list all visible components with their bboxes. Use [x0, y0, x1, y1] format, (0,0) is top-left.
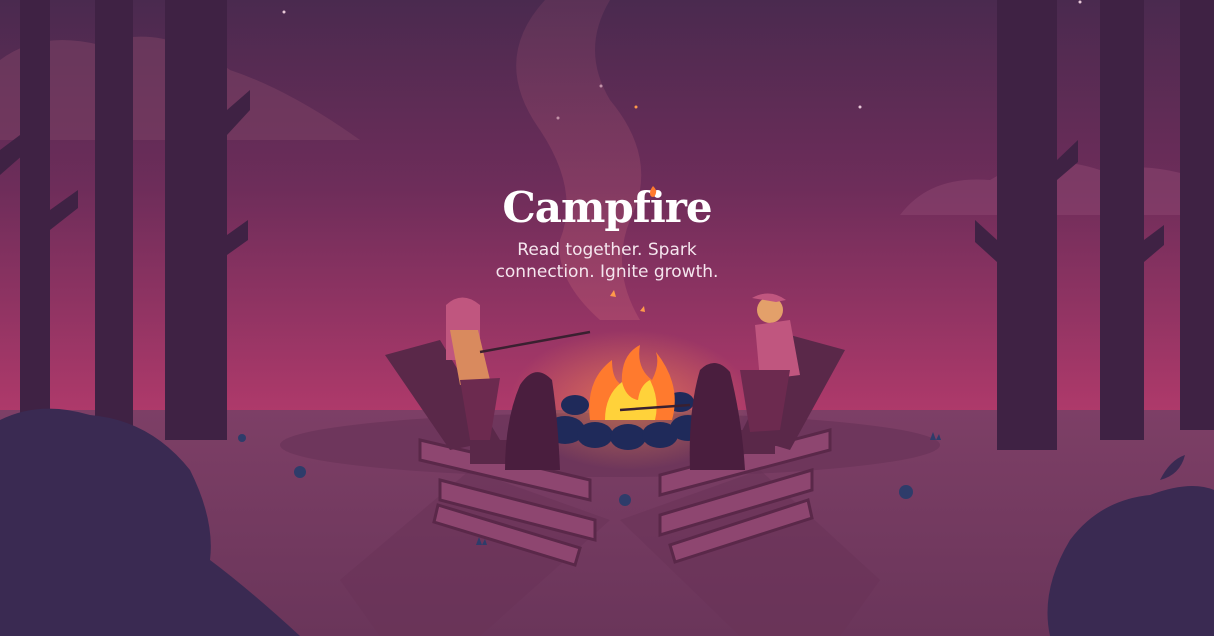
splash-screen: Campfire Read together. Spark connection… [0, 0, 1214, 636]
tagline: Read together. Spark connection. Ignite … [495, 240, 719, 282]
brand-logo: Campfire [502, 183, 712, 233]
hero: Campfire Read together. Spark connection… [0, 183, 1214, 283]
brand-name: Campfire [502, 183, 712, 232]
campfire-illustration [0, 0, 1214, 636]
flame-icon [650, 186, 657, 197]
